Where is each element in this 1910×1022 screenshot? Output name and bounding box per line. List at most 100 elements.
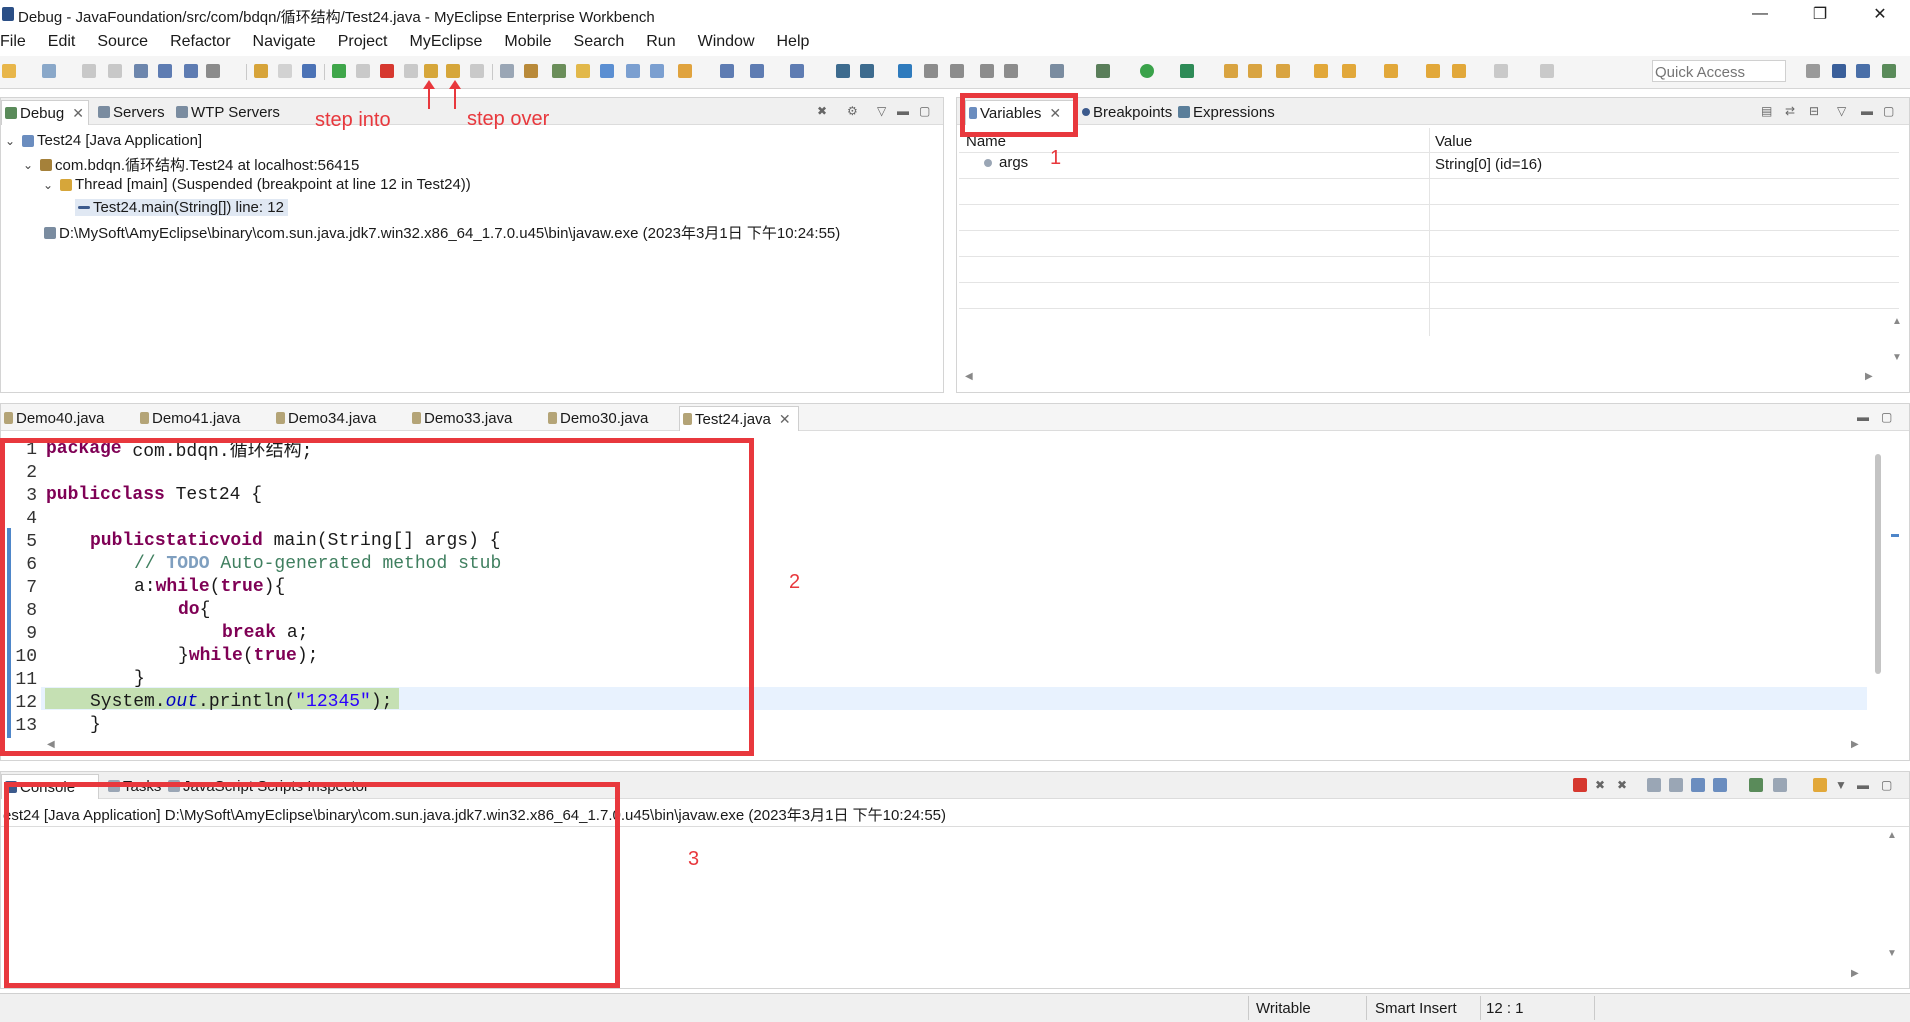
undo-icon[interactable] [254,64,268,78]
variable-row[interactable]: args [981,154,1028,171]
minimize-view-icon[interactable]: ▬ [1861,104,1873,118]
terminate-icon[interactable] [1573,778,1587,792]
menu-source[interactable]: Source [97,33,160,51]
tab-expressions[interactable]: Expressions [1175,100,1275,124]
build-icon[interactable] [206,64,220,78]
step-over-icon[interactable] [446,64,460,78]
column-header-value[interactable]: Value [1435,133,1472,150]
tab-demo34[interactable]: Demo34.java [273,406,376,430]
close-icon[interactable]: ✕ [72,105,84,122]
quick-access-input[interactable] [1652,60,1786,82]
scroll-down-icon[interactable]: ▼ [1892,352,1902,363]
tab-debug[interactable]: Debug ✕ [1,100,89,125]
refresh-icon[interactable] [950,64,964,78]
view-dropdown-icon[interactable]: ▼ [1835,778,1847,792]
database-icon[interactable] [836,64,850,78]
debug-run-icon[interactable] [1096,64,1110,78]
restore-button[interactable]: ❐ [1790,0,1850,28]
open-file-icon[interactable] [1248,64,1262,78]
open-type-icon[interactable] [678,64,692,78]
scroll-right-icon[interactable]: ▶ [1851,739,1859,750]
minimize-view-icon[interactable]: ▬ [1857,410,1869,424]
server-icon[interactable] [720,64,734,78]
maximize-view-icon[interactable]: ▢ [1883,104,1894,118]
resume-icon[interactable] [332,64,346,78]
link-icon[interactable] [924,64,938,78]
back-icon[interactable] [1452,64,1466,78]
next-annotation-icon[interactable] [1342,64,1356,78]
menu-myeclipse[interactable]: MyEclipse [409,33,494,51]
editor-vertical-scrollbar[interactable] [1875,454,1881,674]
scroll-left-icon[interactable]: ◀ [965,371,973,382]
java-perspective-icon[interactable] [1856,64,1870,78]
tree-vm-node[interactable]: ⌄ com.bdqn.循环结构.Test24 at localhost:5641… [23,154,359,175]
tab-demo30[interactable]: Demo30.java [545,406,648,430]
pin-console-icon[interactable] [1749,778,1763,792]
clear-console-icon[interactable] [1647,778,1661,792]
tab-test24[interactable]: Test24.java ✕ [679,406,799,431]
scroll-right-icon[interactable]: ▶ [1865,371,1873,382]
terminate-icon[interactable] [380,64,394,78]
debug-perspective-icon[interactable] [1882,64,1896,78]
open-console-icon[interactable] [1813,778,1827,792]
menu-window[interactable]: Window [698,33,767,51]
maximize-view-icon[interactable]: ▢ [919,104,930,118]
save-icon[interactable] [82,64,96,78]
redo-icon[interactable] [278,64,292,78]
pin-icon[interactable] [1540,64,1554,78]
last-edit-icon[interactable] [1426,64,1440,78]
tab-demo41[interactable]: Demo41.java [137,406,240,430]
tab-demo33[interactable]: Demo33.java [409,406,512,430]
close-icon[interactable]: ✕ [779,411,791,428]
search-icon[interactable] [1276,64,1290,78]
tab-demo40[interactable]: Demo40.java [1,406,104,430]
remove-terminated-icon[interactable]: ✖ [817,104,827,118]
block-select-icon[interactable] [626,64,640,78]
menu-help[interactable]: Help [777,33,822,51]
menu-run[interactable]: Run [646,33,687,51]
myeclipse-perspective-icon[interactable] [1832,64,1846,78]
coverage-icon[interactable] [1180,64,1194,78]
disconnect-icon[interactable] [404,64,418,78]
run-icon[interactable] [1140,64,1154,78]
skip-breakpoints-icon[interactable] [302,64,316,78]
tree-process-node[interactable]: D:\MySoft\AmyEclipse\binary\com.sun.java… [41,222,840,243]
settings-icon[interactable] [980,64,994,78]
highlight-icon[interactable] [576,64,590,78]
toggle-mark-icon[interactable] [600,64,614,78]
maximize-view-icon[interactable]: ▢ [1881,778,1892,792]
close-window-button[interactable]: ✕ [1850,0,1910,28]
save-all-icon[interactable] [108,64,122,78]
view-dropdown-icon[interactable]: ▽ [877,104,886,118]
forward-icon[interactable] [1494,64,1508,78]
collapse-icon[interactable]: ⌄ [5,134,19,148]
run-config-icon[interactable] [184,64,198,78]
tab-breakpoints[interactable]: Breakpoints [1079,100,1172,124]
web-icon[interactable] [860,64,874,78]
tree-app-node[interactable]: ⌄ Test24 [Java Application] [5,132,202,149]
menu-refactor[interactable]: Refactor [170,33,242,51]
tree-thread-node[interactable]: ⌄ Thread [main] (Suspended (breakpoint a… [43,176,471,193]
suspend-icon[interactable] [356,64,370,78]
view-menu-icon[interactable]: ⚙ [847,104,858,118]
deploy-icon[interactable] [750,64,764,78]
display-console-icon[interactable] [1773,778,1787,792]
menu-search[interactable]: Search [574,33,637,51]
show-whitespace-icon[interactable] [650,64,664,78]
open-folder-icon[interactable] [1224,64,1238,78]
show-logical-icon[interactable]: ⇄ [1785,104,1795,118]
menu-file[interactable]: File [0,33,38,51]
scroll-right-icon[interactable]: ▶ [1851,968,1859,979]
open-perspective-icon[interactable] [1806,64,1820,78]
remove-launch-icon[interactable]: ✖ [1595,778,1605,792]
run-server-icon[interactable] [790,64,804,78]
minimize-view-icon[interactable]: ▬ [1857,778,1869,792]
scroll-up-icon[interactable]: ▲ [1892,316,1902,327]
prev-annotation-icon[interactable] [1384,64,1398,78]
collapse-icon[interactable]: ⌄ [43,178,57,192]
remove-all-terminated-icon[interactable]: ✖ [1617,778,1627,792]
minimize-view-icon[interactable]: ▬ [897,104,909,118]
debug-config-icon[interactable] [158,64,172,78]
task-icon[interactable] [1314,64,1328,78]
collapse-all-icon[interactable]: ⊟ [1809,104,1819,118]
